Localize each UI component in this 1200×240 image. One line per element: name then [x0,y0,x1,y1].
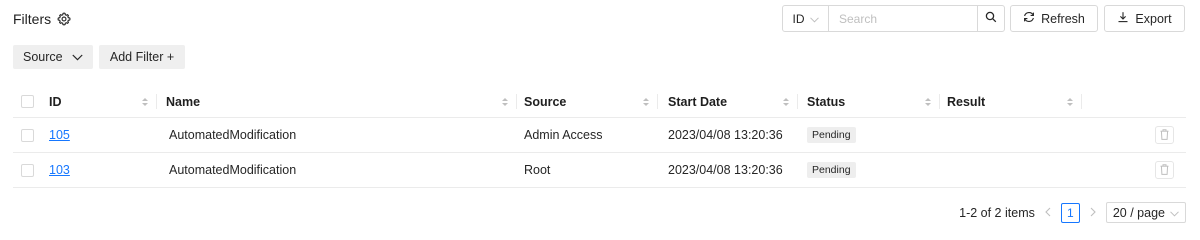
download-icon [1117,11,1129,26]
gear-icon[interactable] [57,12,71,26]
column-header-label: ID [49,94,62,109]
add-filter-label: Add Filter + [109,50,175,64]
sort-icon[interactable] [1066,96,1074,108]
filter-bar: Source Add Filter + [13,45,185,69]
cell-actions [1082,153,1186,187]
cell-name: AutomatedModification [169,128,297,142]
source-filter-dropdown[interactable]: Source [13,45,93,69]
search-button[interactable] [977,6,1004,31]
page-header: Filters [13,9,71,29]
pagination-summary: 1-2 of 2 items [959,205,1035,220]
toolbar: ID Refresh Export [782,5,1185,32]
cell-actions [1082,118,1186,152]
table-row[interactable]: 105 AutomatedModification Admin Access 2… [13,118,1186,153]
cell-start-date: 2023/04/08 13:20:36 [668,163,783,177]
cell-name: AutomatedModification [169,163,297,177]
select-all-checkbox[interactable] [21,95,34,108]
page-number-current[interactable]: 1 [1060,202,1080,223]
column-header-result[interactable]: Result [940,86,1082,117]
column-header-label: Result [947,94,986,109]
row-checkbox-cell [13,118,41,152]
export-label: Export [1135,11,1172,26]
column-header-label: Status [807,94,846,109]
pagination: 1-2 of 2 items 1 20 / page [959,202,1186,223]
cell-status: Pending [798,118,940,152]
status-badge: Pending [807,127,856,143]
column-header-start-date[interactable]: Start Date [658,86,798,117]
column-header-status[interactable]: Status [798,86,940,117]
table-header: ID Name Source Start Date Status Result [13,86,1186,118]
search-group: ID [782,5,1005,32]
source-filter-label: Source [23,50,63,64]
row-checkbox[interactable] [21,128,34,142]
sort-icon[interactable] [782,96,790,108]
page-size-select[interactable]: 20 / page [1105,202,1186,223]
delete-button[interactable] [1155,126,1174,144]
cell-result [940,153,1082,187]
column-header-label: Name [166,94,201,109]
chevron-left-icon [1045,206,1051,220]
column-header-actions [1082,86,1186,117]
trash-icon [1160,128,1169,143]
prev-page-button[interactable] [1041,206,1055,220]
search-field-value: ID [792,11,805,26]
sort-icon[interactable] [924,96,932,108]
page-title: Filters [13,11,52,27]
column-header-label: Start Date [668,94,728,109]
next-page-button[interactable] [1086,206,1100,220]
chevron-down-icon [809,12,819,26]
table-row[interactable]: 103 AutomatedModification Root 2023/04/0… [13,153,1186,188]
refresh-label: Refresh [1041,11,1085,26]
export-button[interactable]: Export [1104,5,1185,32]
delete-button[interactable] [1155,161,1174,179]
cell-status: Pending [798,153,940,187]
page-size-value: 20 / page [1112,205,1165,220]
row-id-link[interactable]: 105 [49,128,70,142]
row-id-link[interactable]: 103 [49,163,70,177]
cell-result [940,118,1082,152]
search-input[interactable] [829,6,977,31]
cell-source: Admin Access [524,128,603,142]
cell-start-date: 2023/04/08 13:20:36 [668,128,783,142]
sort-icon[interactable] [501,96,509,108]
sort-icon[interactable] [141,96,149,108]
row-checkbox-cell [13,153,41,187]
cell-id: 105 [41,118,157,152]
column-header-label: Source [524,94,567,109]
column-header-id[interactable]: ID [41,86,157,117]
column-header-name[interactable]: Name [157,86,517,117]
header-checkbox-cell [13,86,41,117]
search-icon [985,11,997,26]
search-field-select[interactable]: ID [783,6,829,31]
refresh-button[interactable]: Refresh [1010,5,1098,32]
trash-icon [1160,163,1169,178]
chevron-down-icon [1170,206,1179,220]
row-checkbox[interactable] [21,163,34,177]
add-filter-button[interactable]: Add Filter + [99,45,185,69]
column-header-source[interactable]: Source [517,86,658,117]
status-badge: Pending [807,162,856,178]
refresh-icon [1023,11,1035,26]
results-table: ID Name Source Start Date Status Result [13,86,1186,188]
sort-icon[interactable] [642,96,650,108]
cell-source: Root [524,163,551,177]
chevron-right-icon [1090,206,1096,220]
cell-id: 103 [41,153,157,187]
chevron-down-icon [72,50,83,64]
